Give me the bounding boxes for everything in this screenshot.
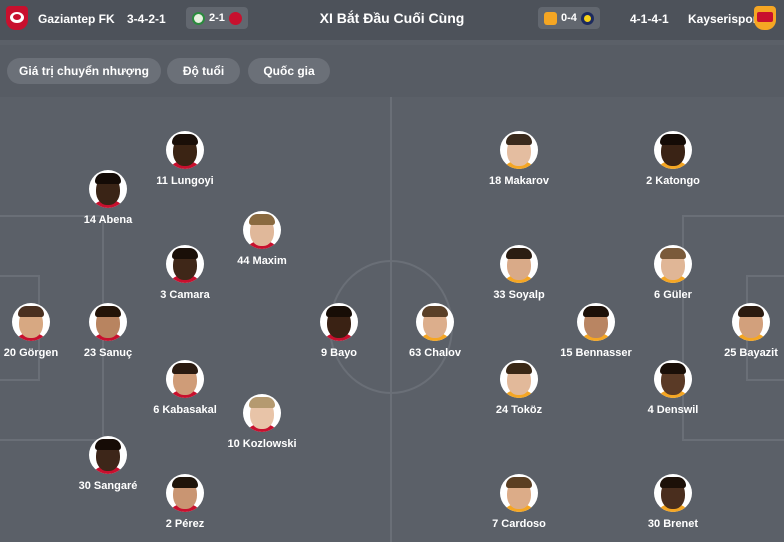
away-player[interactable]: 6 Güler <box>613 245 733 305</box>
player-avatar[interactable] <box>89 170 127 208</box>
player-hair <box>172 477 198 488</box>
player-name-label[interactable]: 18 Makarov <box>459 175 579 187</box>
player-hair <box>660 248 686 259</box>
kayserispor-small-icon <box>544 11 557 25</box>
player-name-label[interactable]: 15 Bennasser <box>536 347 656 359</box>
player-name-label[interactable]: 25 Bayazit <box>691 347 784 359</box>
match-header: Gaziantep FK 3-4-2-1 2-1 XI Bắt Đầu Cuối… <box>0 0 784 40</box>
home-player[interactable]: 2 Pérez <box>125 474 245 534</box>
player-name-label[interactable]: 23 Sanuç <box>48 347 168 359</box>
player-hair <box>506 477 532 488</box>
player-avatar[interactable] <box>500 245 538 283</box>
away-team-name[interactable]: Kayserispor <box>688 12 757 26</box>
player-avatar[interactable] <box>654 245 692 283</box>
player-avatar[interactable] <box>166 245 204 283</box>
player-hair <box>660 134 686 145</box>
player-hair <box>660 477 686 488</box>
player-avatar[interactable] <box>12 303 50 341</box>
player-hair <box>249 397 275 408</box>
player-name-label[interactable]: 3 Camara <box>125 289 245 301</box>
player-name-label[interactable]: 7 Cardoso <box>459 518 579 530</box>
player-name-label[interactable]: 10 Kozlowski <box>202 438 322 450</box>
player-name-label[interactable]: 6 Güler <box>613 289 733 301</box>
away-player[interactable]: 30 Brenet <box>613 474 733 534</box>
player-hair <box>95 306 121 317</box>
player-hair <box>506 134 532 145</box>
player-hair <box>95 173 121 184</box>
player-hair <box>249 214 275 225</box>
home-player[interactable]: 23 Sanuç <box>48 303 168 363</box>
player-avatar[interactable] <box>89 436 127 474</box>
player-name-label[interactable]: 30 Brenet <box>613 518 733 530</box>
away-formation: 4-1-4-1 <box>630 12 669 26</box>
player-avatar[interactable] <box>166 474 204 512</box>
player-name-label[interactable]: 14 Abena <box>48 214 168 226</box>
player-avatar[interactable] <box>320 303 358 341</box>
away-player[interactable]: 25 Bayazit <box>691 303 784 363</box>
player-avatar[interactable] <box>500 131 538 169</box>
player-hair <box>422 306 448 317</box>
player-hair <box>172 134 198 145</box>
player-hair <box>18 306 44 317</box>
away-player[interactable]: 33 Soyalp <box>459 245 579 305</box>
away-prev-match[interactable]: 0-4 <box>538 7 600 29</box>
filter-market-value-button[interactable]: Giá trị chuyển nhượng <box>7 58 161 84</box>
player-avatar[interactable] <box>243 211 281 249</box>
player-hair <box>326 306 352 317</box>
player-hair <box>506 248 532 259</box>
away-player[interactable]: 18 Makarov <box>459 131 579 191</box>
player-name-label[interactable]: 2 Katongo <box>613 175 733 187</box>
away-player[interactable]: 7 Cardoso <box>459 474 579 534</box>
home-player[interactable]: 3 Camara <box>125 245 245 305</box>
player-avatar[interactable] <box>500 474 538 512</box>
player-hair <box>95 439 121 450</box>
player-hair <box>506 363 532 374</box>
player-avatar[interactable] <box>89 303 127 341</box>
player-hair <box>583 306 609 317</box>
player-avatar[interactable] <box>654 131 692 169</box>
away-player[interactable]: 2 Katongo <box>613 131 733 191</box>
player-avatar[interactable] <box>654 360 692 398</box>
home-player[interactable]: 14 Abena <box>48 170 168 230</box>
player-hair <box>172 248 198 259</box>
home-player[interactable]: 10 Kozlowski <box>202 394 322 454</box>
player-avatar[interactable] <box>416 303 454 341</box>
filter-toolbar: Giá trị chuyển nhượng Độ tuổi Quốc gia <box>0 45 784 97</box>
player-avatar[interactable] <box>166 131 204 169</box>
filter-age-button[interactable]: Độ tuổi <box>167 58 240 84</box>
player-avatar[interactable] <box>243 394 281 432</box>
kayserispor-logo[interactable] <box>754 6 776 30</box>
away-prev-score: 0-4 <box>561 12 577 24</box>
player-hair <box>738 306 764 317</box>
player-hair <box>660 363 686 374</box>
away-player[interactable]: 4 Denswil <box>613 360 733 420</box>
player-avatar[interactable] <box>166 360 204 398</box>
away-player[interactable]: 24 Toköz <box>459 360 579 420</box>
player-name-label[interactable]: 4 Denswil <box>613 404 733 416</box>
player-avatar[interactable] <box>732 303 770 341</box>
away-player[interactable]: 15 Bennasser <box>536 303 656 363</box>
player-name-label[interactable]: 2 Pérez <box>125 518 245 530</box>
filter-nationality-button[interactable]: Quốc gia <box>248 58 330 84</box>
player-name-label[interactable]: 33 Soyalp <box>459 289 579 301</box>
player-avatar[interactable] <box>500 360 538 398</box>
player-name-label[interactable]: 24 Toköz <box>459 404 579 416</box>
player-avatar[interactable] <box>654 474 692 512</box>
fenerbahce-icon <box>580 11 594 25</box>
player-avatar[interactable] <box>577 303 615 341</box>
player-name-label[interactable]: 63 Chalov <box>375 347 495 359</box>
player-hair <box>172 363 198 374</box>
away-player[interactable]: 63 Chalov <box>375 303 495 363</box>
